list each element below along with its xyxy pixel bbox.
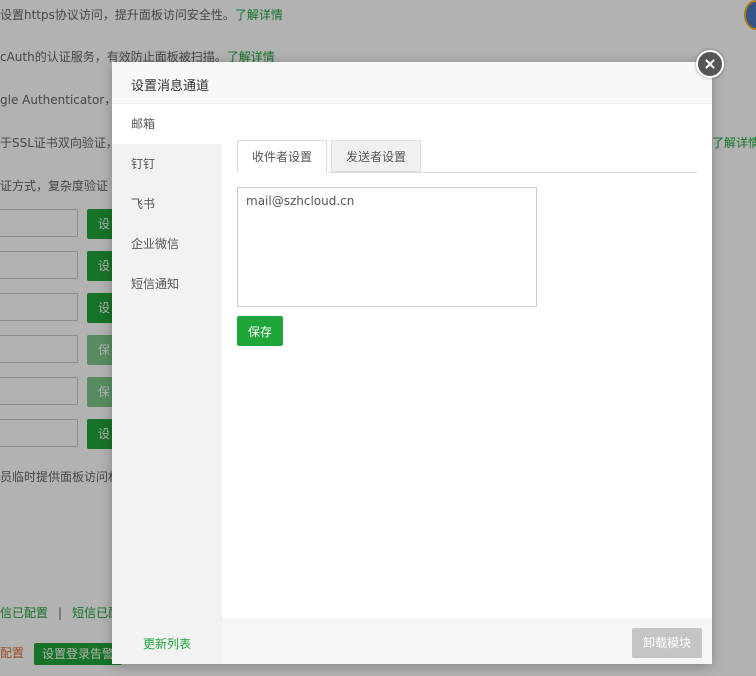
recipient-email-input[interactable]: mail@szhcloud.cn [237, 187, 537, 307]
dialog-header: 设置消息通道 [112, 62, 712, 104]
uninstall-module-button[interactable]: 卸载模块 [632, 628, 702, 658]
sidebar-item-sms[interactable]: 短信通知 [112, 264, 222, 304]
save-button[interactable]: 保存 [237, 316, 283, 346]
channel-content: 收件者设置 发送者设置 mail@szhcloud.cn 保存 [222, 104, 712, 618]
sidebar-item-dingtalk[interactable]: 钉钉 [112, 144, 222, 184]
dialog-footer: 卸载模块 [222, 618, 712, 664]
sidebar-item-wecom[interactable]: 企业微信 [112, 224, 222, 264]
settings-tabs: 收件者设置 发送者设置 [237, 140, 697, 173]
tab-recipient-settings[interactable]: 收件者设置 [237, 140, 328, 173]
update-list-link[interactable]: 更新列表 [112, 635, 222, 652]
sidebar-item-feishu[interactable]: 飞书 [112, 184, 222, 224]
message-channel-dialog: 设置消息通道 邮箱 钉钉 飞书 企业微信 短信通知 更新列表 收件者设置 发送者… [112, 62, 712, 664]
close-icon[interactable] [696, 50, 724, 78]
sidebar-item-email[interactable]: 邮箱 [112, 104, 222, 144]
dialog-title: 设置消息通道 [131, 79, 210, 94]
tab-sender-settings[interactable]: 发送者设置 [331, 140, 422, 172]
channel-sidebar: 邮箱 钉钉 飞书 企业微信 短信通知 更新列表 [112, 104, 222, 664]
